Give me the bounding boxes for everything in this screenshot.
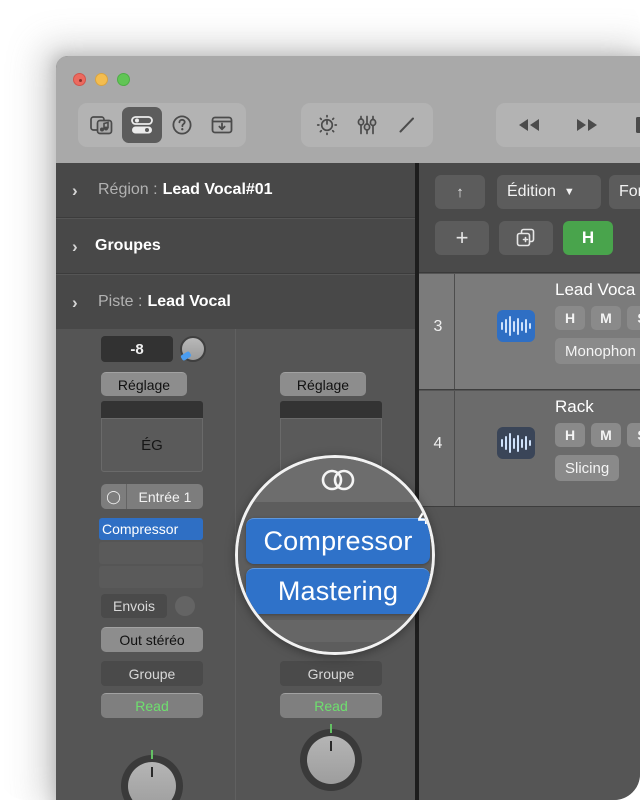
track-toolbar: ↑ Édition ▼ Fon + bbox=[419, 163, 640, 273]
track-number: 4 bbox=[433, 435, 443, 452]
magnifier-track-number: 4 bbox=[417, 504, 430, 529]
functions-menu-button[interactable]: Fon bbox=[609, 175, 640, 209]
record-enable-button[interactable]: H bbox=[563, 221, 613, 255]
group-button[interactable]: Groupe bbox=[280, 661, 382, 686]
duplicate-icon[interactable] bbox=[499, 221, 553, 255]
tools-button-group bbox=[301, 103, 433, 147]
rewind-icon[interactable] bbox=[504, 107, 554, 143]
library-icon[interactable] bbox=[82, 107, 122, 143]
track-name: Lead Voca bbox=[555, 280, 636, 299]
pan-knob-cap bbox=[128, 762, 176, 800]
help-icon[interactable] bbox=[162, 107, 202, 143]
automation-mode-button[interactable]: Read bbox=[101, 693, 203, 718]
track-mode-label[interactable]: Monophon bbox=[555, 338, 640, 364]
close-icon bbox=[79, 79, 82, 82]
sends-row: Envois bbox=[101, 594, 195, 618]
track-button-group: H M S bbox=[555, 306, 640, 330]
inspector-row-label: Piste : bbox=[98, 293, 143, 310]
view-button-group bbox=[78, 103, 246, 147]
window-toolbar bbox=[56, 56, 640, 163]
chevron-right-icon: › bbox=[72, 292, 78, 312]
track-name: Rack bbox=[555, 397, 594, 416]
plugin-slot-empty[interactable] bbox=[246, 620, 430, 642]
track-mute-button[interactable]: M bbox=[591, 306, 621, 330]
pan-knob-cap bbox=[307, 736, 355, 784]
automation-mode-button[interactable]: Read bbox=[280, 693, 382, 718]
track-header-button[interactable]: H bbox=[555, 423, 585, 447]
close-button[interactable] bbox=[73, 73, 86, 86]
waveform-icon[interactable] bbox=[497, 310, 535, 342]
input-slot[interactable]: ◯ Entrée 1 bbox=[101, 484, 203, 509]
magnifier-loupe: Compressor Mastering 4 bbox=[235, 455, 435, 655]
pan-knob[interactable] bbox=[300, 724, 362, 791]
gain-value-display[interactable]: -8 bbox=[101, 336, 173, 362]
track-mute-button[interactable]: M bbox=[591, 423, 621, 447]
track-header-button[interactable]: H bbox=[555, 306, 585, 330]
inspector-row-region[interactable]: › Région : Lead Vocal#01 bbox=[56, 163, 415, 218]
track-row[interactable]: 4 Rack H M S Slicing bbox=[419, 391, 640, 507]
stereo-link-icon[interactable] bbox=[313, 466, 363, 494]
edit-menu-label: Édition bbox=[507, 183, 556, 200]
edit-menu-button[interactable]: Édition ▼ bbox=[497, 175, 601, 209]
output-button[interactable]: Out stéréo bbox=[101, 627, 203, 652]
plugin-slot-mastering[interactable]: Mastering bbox=[246, 568, 430, 614]
send-lamp-icon[interactable] bbox=[175, 596, 195, 616]
stop-icon[interactable] bbox=[622, 107, 640, 143]
inspector-icon[interactable] bbox=[122, 107, 162, 143]
functions-menu-label: Fon bbox=[619, 183, 640, 200]
setting-button[interactable]: Réglage bbox=[101, 372, 187, 396]
app-window: › Région : Lead Vocal#01 › Groupes › Pis… bbox=[56, 56, 640, 800]
magnifier-slot-band: Compressor Mastering bbox=[238, 502, 432, 652]
page-backdrop: › Région : Lead Vocal#01 › Groupes › Pis… bbox=[0, 0, 640, 800]
chevron-right-icon: › bbox=[72, 236, 78, 256]
plugin-slot-compressor[interactable]: Compressor bbox=[99, 518, 203, 540]
input-power-icon[interactable]: ◯ bbox=[101, 484, 127, 509]
add-track-button[interactable]: + bbox=[435, 221, 489, 255]
eq-header[interactable] bbox=[101, 401, 203, 418]
eq-header[interactable] bbox=[280, 401, 382, 418]
pan-tick-icon bbox=[330, 724, 332, 733]
gain-knob[interactable] bbox=[180, 336, 206, 362]
inspector-row-groups[interactable]: › Groupes bbox=[56, 219, 415, 274]
editor-icon[interactable] bbox=[387, 107, 427, 143]
track-area: ↑ Édition ▼ Fon + bbox=[419, 163, 640, 800]
track-button-group: H M S bbox=[555, 423, 640, 447]
save-icon[interactable] bbox=[202, 107, 242, 143]
chevron-right-icon: › bbox=[72, 180, 78, 200]
track-number: 3 bbox=[433, 318, 443, 335]
track-solo-button[interactable]: S bbox=[627, 306, 640, 330]
magnifier-content: Compressor Mastering 4 bbox=[238, 458, 432, 652]
sends-button[interactable]: Envois bbox=[101, 594, 167, 618]
group-button[interactable]: Groupe bbox=[101, 661, 203, 686]
track-mode-label[interactable]: Slicing bbox=[555, 455, 620, 481]
eq-display[interactable]: ÉG bbox=[101, 418, 203, 472]
waveform-icon[interactable] bbox=[497, 427, 535, 459]
mixer-icon[interactable] bbox=[347, 107, 387, 143]
forward-icon[interactable] bbox=[562, 107, 612, 143]
minimize-button[interactable] bbox=[95, 73, 108, 86]
back-button[interactable]: ↑ bbox=[435, 175, 485, 209]
pan-knob[interactable] bbox=[121, 750, 183, 800]
track-solo-button[interactable]: S bbox=[627, 423, 640, 447]
zoom-button[interactable] bbox=[117, 73, 130, 86]
chevron-down-icon: ▼ bbox=[563, 186, 575, 198]
plugin-slot-empty[interactable] bbox=[99, 542, 203, 564]
transport-button-group bbox=[496, 103, 640, 147]
plugin-slot-compressor[interactable]: Compressor bbox=[246, 518, 430, 564]
inspector-row-value: Lead Vocal bbox=[147, 293, 231, 310]
track-row[interactable]: 3 Lead Voca H M S Monophon bbox=[419, 274, 640, 390]
inspector-row-value: Lead Vocal#01 bbox=[162, 181, 273, 198]
channel-strip-1: -8 Réglage ÉG ◯ Entrée 1 Compressor Envo… bbox=[56, 329, 234, 800]
inspector-row-label: Région : bbox=[98, 181, 158, 198]
input-slot-label: Entrée 1 bbox=[138, 488, 192, 505]
smart-controls-icon[interactable] bbox=[307, 107, 347, 143]
plugin-slot-empty[interactable] bbox=[99, 566, 203, 588]
inspector-row-track[interactable]: › Piste : Lead Vocal bbox=[56, 275, 415, 330]
setting-button[interactable]: Réglage bbox=[280, 372, 366, 396]
pan-tick-icon bbox=[151, 750, 153, 759]
inspector-row-label: Groupes bbox=[95, 237, 161, 254]
